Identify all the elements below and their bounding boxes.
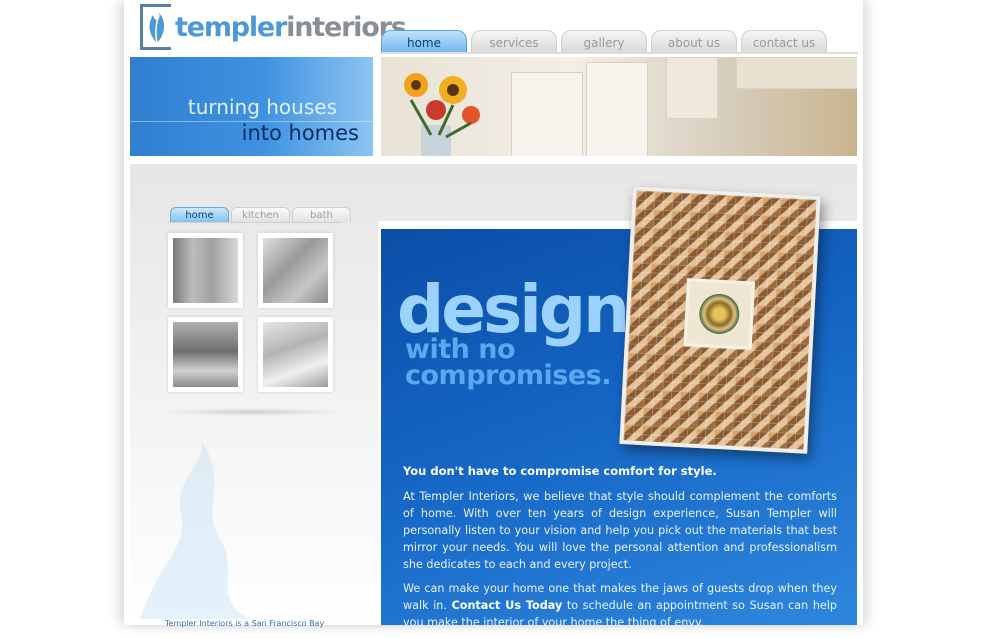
- page-container: templerinteriors home services gallery a…: [124, 0, 863, 629]
- nav-tab-gallery[interactable]: gallery: [561, 30, 647, 53]
- nav-tab-home[interactable]: home: [381, 30, 467, 53]
- leaf-logo-icon: [140, 4, 171, 50]
- tagline-line1: turning houses: [187, 95, 337, 119]
- footer-text: Templer Interiors is a San Francisco Bay: [165, 619, 325, 628]
- gallery-thumbnail[interactable]: [258, 233, 333, 308]
- feature-panel: design. with no compromises. You don't h…: [378, 186, 857, 629]
- nav-tab-services[interactable]: services: [471, 30, 557, 53]
- mosaic-tile-artwork: [619, 186, 821, 454]
- sunflowers-icon: [404, 73, 480, 156]
- feature-lead: You don't have to compromise comfort for…: [403, 464, 717, 478]
- content-area: home kitchen bath design. with no compro…: [130, 164, 857, 629]
- contact-us-today-link[interactable]: Contact Us Today: [452, 599, 563, 612]
- gallery-tab-kitchen[interactable]: kitchen: [231, 207, 290, 222]
- kitchen-header-photo: [381, 57, 857, 156]
- gallery-tab-bath[interactable]: bath: [292, 207, 351, 222]
- feature-paragraph-1: At Templer Interiors, we believe that st…: [403, 490, 837, 571]
- gallery-tab-divider: [168, 222, 342, 223]
- main-nav: home services gallery about us contact u…: [381, 30, 827, 53]
- nav-tab-about-us[interactable]: about us: [651, 30, 737, 53]
- gallery-thumbnail[interactable]: [168, 317, 243, 392]
- sun-medallion-icon: [683, 278, 756, 350]
- logo[interactable]: templerinteriors: [140, 4, 407, 50]
- gallery-thumbnail[interactable]: [168, 233, 243, 308]
- nav-divider: [380, 52, 858, 54]
- thumbnail-shadow: [158, 408, 346, 416]
- gallery-thumbnail[interactable]: [258, 317, 333, 392]
- feature-body: You don't have to compromise comfort for…: [403, 463, 837, 638]
- tagline-line2: into homes: [241, 121, 359, 145]
- feature-paragraph-2: We can make your home one that makes the…: [403, 580, 837, 631]
- gallery-tabs: home kitchen bath: [170, 207, 351, 222]
- feature-subheadline: with no compromises.: [405, 336, 611, 391]
- logo-text-part1: templer: [175, 11, 287, 43]
- tagline-banner: turning houses into homes: [130, 57, 373, 156]
- decorative-swirl-icon: [140, 439, 250, 619]
- feature-subheadline-line2: compromises.: [405, 360, 611, 391]
- gallery-tab-home[interactable]: home: [170, 207, 229, 222]
- nav-tab-contact-us[interactable]: contact us: [741, 30, 827, 53]
